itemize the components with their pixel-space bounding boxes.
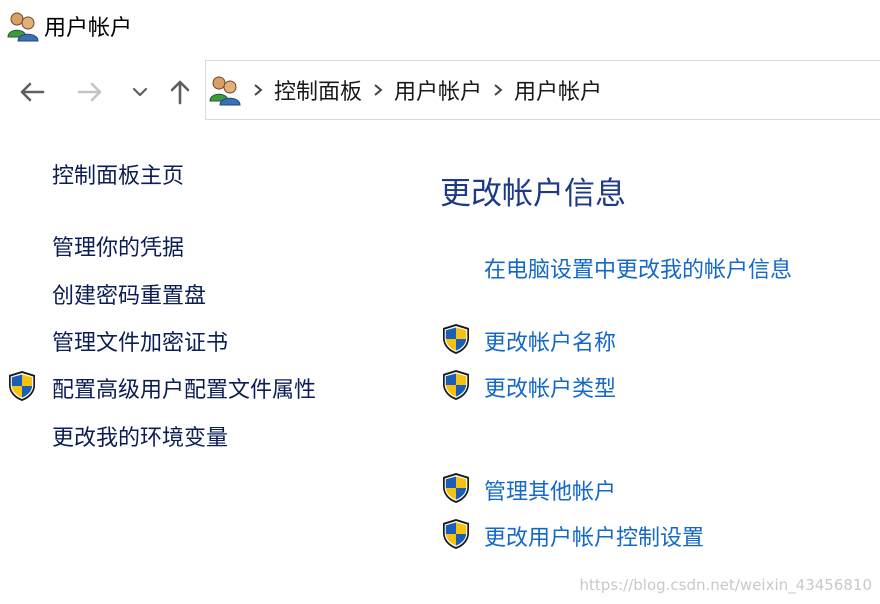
change-uac-settings-link[interactable]: 更改用户帐户控制设置 bbox=[484, 520, 704, 552]
address-bar[interactable]: 控制面板 用户帐户 用户帐户 bbox=[205, 60, 880, 120]
manage-other-accounts-link[interactable]: 管理其他帐户 bbox=[484, 474, 616, 506]
control-panel-home-link[interactable]: 控制面板主页 bbox=[52, 158, 184, 190]
users-icon bbox=[208, 74, 242, 106]
uac-shield-icon bbox=[7, 370, 37, 402]
uac-shield-icon bbox=[441, 323, 471, 355]
change-environment-variables-link[interactable]: 更改我的环境变量 bbox=[52, 420, 228, 452]
watermark: https://blog.csdn.net/weixin_43456810 bbox=[579, 576, 872, 594]
chevron-right-icon[interactable] bbox=[248, 83, 268, 97]
chevron-right-icon[interactable] bbox=[368, 83, 388, 97]
breadcrumb-user-accounts-current[interactable]: 用户帐户 bbox=[514, 74, 602, 106]
change-account-name-link[interactable]: 更改帐户名称 bbox=[484, 325, 616, 357]
uac-shield-icon bbox=[441, 369, 471, 401]
advanced-profile-properties-link[interactable]: 配置高级用户配置文件属性 bbox=[52, 372, 316, 404]
up-button[interactable] bbox=[164, 76, 196, 108]
forward-arrow-icon bbox=[77, 82, 102, 102]
back-arrow-icon bbox=[20, 82, 45, 102]
uac-shield-icon bbox=[441, 472, 471, 504]
window-title: 用户帐户 bbox=[44, 16, 133, 41]
change-account-type-link[interactable]: 更改帐户类型 bbox=[484, 371, 616, 403]
pc-settings-account-info-link[interactable]: 在电脑设置中更改我的帐户信息 bbox=[484, 252, 792, 284]
forward-button[interactable] bbox=[74, 76, 106, 108]
users-icon bbox=[6, 10, 40, 42]
user-accounts-window: 用户帐户 控制面板 用户帐户 用户帐户 控制面板主页 管理你的凭据 创建密码重置… bbox=[0, 0, 880, 604]
breadcrumb-control-panel[interactable]: 控制面板 bbox=[274, 74, 362, 106]
breadcrumb-user-accounts[interactable]: 用户帐户 bbox=[394, 74, 482, 106]
back-button[interactable] bbox=[16, 76, 48, 108]
page-heading: 更改帐户信息 bbox=[440, 176, 626, 212]
manage-credentials-link[interactable]: 管理你的凭据 bbox=[52, 230, 184, 262]
chevron-down-icon bbox=[132, 87, 148, 97]
title-bar: 用户帐户 bbox=[6, 8, 132, 44]
recent-locations-button[interactable] bbox=[124, 76, 156, 108]
up-arrow-icon bbox=[170, 80, 190, 105]
create-password-reset-disk-link[interactable]: 创建密码重置盘 bbox=[52, 278, 206, 310]
manage-encryption-certificates-link[interactable]: 管理文件加密证书 bbox=[52, 325, 228, 357]
chevron-right-icon[interactable] bbox=[488, 83, 508, 97]
uac-shield-icon bbox=[441, 518, 471, 550]
